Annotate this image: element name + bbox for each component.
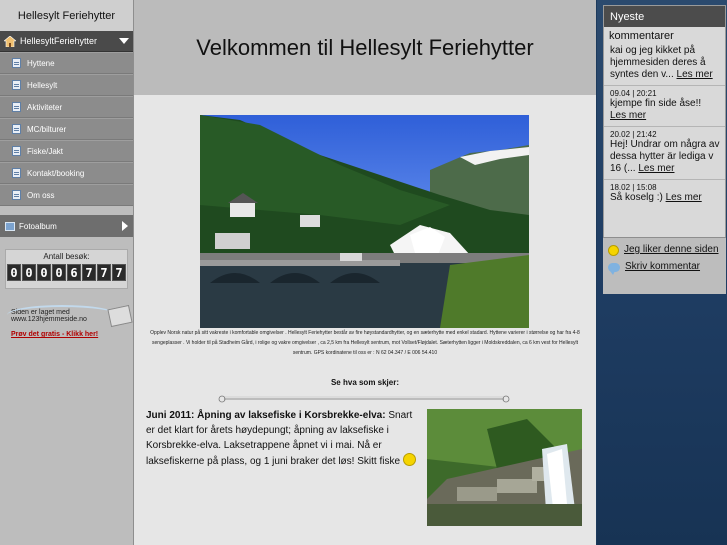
speech-bubble-icon	[608, 263, 620, 275]
chevron-right-icon	[122, 221, 128, 231]
comment-item: 09.04 | 20:21 kjempe fin side åse!! Les …	[604, 86, 725, 127]
sidebar-item-mc-bilturer[interactable]: MC/bilturer	[0, 118, 133, 140]
comment-body: kjempe fin side åse!!	[610, 98, 702, 109]
news-photo	[427, 409, 582, 526]
comments-footer: Jeg liker denne siden Skriv kommentar	[603, 237, 726, 294]
sidebar-item-label: Fiske/Jakt	[27, 146, 64, 156]
page-icon	[12, 58, 21, 68]
chevron-down-icon	[119, 38, 129, 44]
sidebar: Hellesylt Feriehytter HellesyltFeriehytt…	[0, 0, 134, 545]
smiley-icon	[402, 453, 416, 466]
counter-digits: 0 0 0 0 6 7 7 7	[6, 264, 127, 281]
comments-subtitle: kommentarer	[609, 30, 674, 42]
sidebar-item-label: Fotoalbum	[19, 221, 57, 231]
promo-arc	[7, 305, 117, 325]
comment-text: kai og jeg kikket på hjemmesiden deres å…	[610, 45, 720, 81]
like-page-link[interactable]: Jeg liker denne siden	[624, 244, 719, 256]
promo-link[interactable]: Prøv det gratis - Klikk her!	[11, 331, 98, 338]
counter-digit: 0	[7, 264, 21, 281]
counter-digit: 7	[82, 264, 96, 281]
comment-item: 20.02 | 21:42 Hej! Undrar om några av de…	[604, 127, 725, 180]
comment-body: Så koselg :)	[610, 192, 663, 203]
visitor-counter: Antall besøk: 0 0 0 0 6 7 7 7	[5, 249, 128, 289]
page-icon	[12, 168, 21, 178]
counter-digit: 0	[22, 264, 36, 281]
sidebar-item-om-oss[interactable]: Om oss	[0, 184, 133, 206]
sidebar-item-fotoalbum[interactable]: Fotoalbum	[0, 215, 133, 237]
page-icon	[12, 146, 21, 156]
main-content: Velkommen til Hellesylt Feriehytter Oppl…	[134, 0, 596, 545]
comment-date: 18.02 | 15:08	[610, 183, 657, 192]
write-comment-row: Skriv kommentar	[608, 261, 721, 275]
sidebar-item-label: Hellesylt	[27, 80, 58, 90]
promo-banner: Siden er laget med www.123hjemmeside.no …	[7, 304, 133, 349]
page-icon	[12, 124, 21, 134]
header-band: Velkommen til Hellesylt Feriehytter	[134, 0, 596, 95]
news-headline: Juni 2011: Åpning av laksefiske i Korsbr…	[146, 410, 386, 421]
comment-date: 20.02 | 21:42	[610, 130, 657, 139]
comment-date: 09.04 | 20:21	[610, 89, 657, 98]
comment-text: Hej! Undrar om några av dessa hytter är …	[610, 139, 720, 175]
home-icon	[4, 35, 16, 47]
comments-header: Nyeste	[604, 6, 725, 27]
sidebar-item-kontakt-booking[interactable]: Kontakt/booking	[0, 162, 133, 184]
sidebar-item-label: MC/bilturer	[27, 124, 67, 134]
write-comment-link[interactable]: Skriv kommentar	[625, 261, 700, 273]
counter-digit: 7	[97, 264, 111, 281]
comment-text: kjempe fin side åse!! Les mer	[610, 98, 720, 122]
smiley-icon	[608, 245, 619, 256]
counter-digit: 0	[37, 264, 51, 281]
like-row: Jeg liker denne siden	[608, 244, 721, 256]
hero-image	[200, 115, 529, 328]
site-title: Hellesylt Feriehytter	[0, 0, 133, 31]
sidebar-item-label: Hyttene	[27, 58, 55, 68]
sidebar-item-label: Om oss	[27, 190, 55, 200]
counter-digit: 7	[112, 264, 126, 281]
nav-main-item[interactable]: HellesyltFeriehytter	[0, 31, 133, 52]
counter-digit: 6	[67, 264, 81, 281]
sidebar-item-hyttene[interactable]: Hyttene	[0, 52, 133, 74]
news-article: Juni 2011: Åpning av laksefiske i Korsbr…	[146, 408, 422, 469]
page-icon	[12, 80, 21, 90]
page-title: Velkommen til Hellesylt Feriehytter	[196, 34, 534, 60]
counter-digit: 0	[52, 264, 66, 281]
comment-item: 18.02 | 15:08 Så koselg :) Les mer	[604, 180, 725, 208]
read-more-link[interactable]: Les mer	[666, 192, 702, 203]
counter-label: Antall besøk:	[43, 252, 90, 261]
sidebar-item-fiske-jakt[interactable]: Fiske/Jakt	[0, 140, 133, 162]
ornament-divider	[218, 395, 510, 403]
section-subhead: Se hva som skjer:	[330, 378, 400, 387]
read-more-link[interactable]: Les mer	[677, 69, 713, 80]
nav-main-label: HellesyltFeriehytter	[20, 36, 98, 46]
page-icon	[12, 190, 21, 200]
sidebar-item-aktiviteter[interactable]: Aktiviteter	[0, 96, 133, 118]
sidebar-item-label: Kontakt/booking	[27, 168, 85, 178]
page-icon	[12, 102, 21, 112]
promo-image	[107, 304, 133, 328]
read-more-link[interactable]: Les mer	[638, 163, 674, 174]
sidebar-item-hellesylt[interactable]: Hellesylt	[0, 74, 133, 96]
nav-list: Hyttene Hellesylt Aktiviteter MC/bilture…	[0, 52, 133, 206]
read-more-link[interactable]: Les mer	[610, 110, 646, 121]
sidebar-item-label: Aktiviteter	[27, 102, 63, 112]
comment-text: Så koselg :) Les mer	[610, 192, 720, 204]
photo-album-icon	[5, 221, 15, 231]
hero-caption: Opplev Norsk natur på sitt vakreste i ko…	[150, 330, 580, 356]
